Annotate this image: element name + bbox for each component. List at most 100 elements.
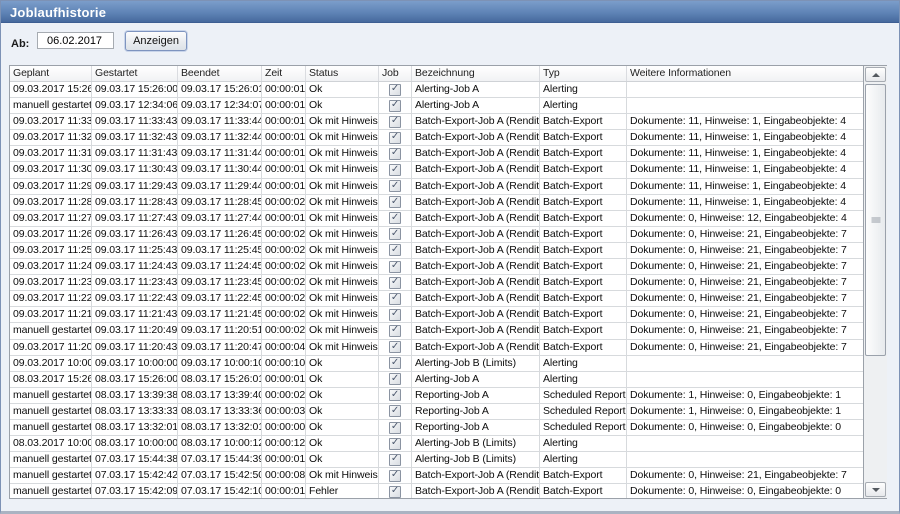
checkmark-icon: ✓ [391, 325, 399, 335]
job-checkbox[interactable]: ✓ [389, 357, 401, 369]
checkmark-icon: ✓ [391, 358, 399, 368]
column-header-info[interactable]: Weitere Informationen [627, 66, 863, 81]
job-checkbox[interactable]: ✓ [389, 486, 401, 498]
cell-zeit: 00:00:08 [262, 468, 306, 484]
table-row[interactable]: manuell gestartet 07.03.17 15:42:42 07.0… [10, 468, 863, 484]
cell-status: Ok mit Hinweisen [306, 130, 379, 146]
column-header-job[interactable]: Job [379, 66, 412, 81]
job-checkbox[interactable]: ✓ [389, 132, 401, 144]
cell-zeit: 00:00:01 [262, 162, 306, 178]
cell-status: Ok [306, 388, 379, 404]
table-row[interactable]: manuell gestartet 08.03.17 13:33:33 08.0… [10, 404, 863, 420]
cell-info [627, 372, 863, 388]
cell-geplant: manuell gestartet [10, 98, 92, 114]
table-row[interactable]: manuell gestartet 07.03.17 15:44:38 07.0… [10, 452, 863, 468]
job-checkbox[interactable]: ✓ [389, 148, 401, 160]
table-row[interactable]: 09.03.2017 11:29 09.03.17 11:29:43 09.03… [10, 179, 863, 195]
job-checkbox[interactable]: ✓ [389, 116, 401, 128]
job-checkbox[interactable]: ✓ [389, 470, 401, 482]
job-checkbox[interactable]: ✓ [389, 325, 401, 337]
cell-typ: Batch-Export [540, 468, 627, 484]
cell-status: Ok mit Hinweisen [306, 259, 379, 275]
show-button[interactable]: Anzeigen [125, 31, 187, 51]
table-row[interactable]: 08.03.2017 10:00 08.03.17 10:00:00 08.03… [10, 436, 863, 452]
joblaufhistorie-window: Joblaufhistorie Ab: Anzeigen GeplantGest… [0, 0, 900, 514]
scroll-down-button[interactable] [865, 482, 886, 497]
job-checkbox[interactable]: ✓ [389, 389, 401, 401]
cell-zeit: 00:00:01 [262, 179, 306, 195]
job-checkbox[interactable]: ✓ [389, 454, 401, 466]
cell-job: ✓ [379, 323, 412, 339]
cell-beendet: 09.03.17 11:20:47 [178, 340, 262, 356]
job-checkbox[interactable]: ✓ [389, 341, 401, 353]
column-header-geplant[interactable]: Geplant [10, 66, 92, 81]
job-checkbox[interactable]: ✓ [389, 212, 401, 224]
column-header-gestartet[interactable]: Gestartet [92, 66, 178, 81]
cell-geplant: 09.03.2017 11:26 [10, 227, 92, 243]
job-checkbox[interactable]: ✓ [389, 261, 401, 273]
table-row[interactable]: 09.03.2017 11:24 09.03.17 11:24:43 09.03… [10, 259, 863, 275]
table-body: 09.03.2017 15:26 09.03.17 15:26:00 09.03… [10, 82, 863, 498]
table-row[interactable]: 09.03.2017 10:00 09.03.17 10:00:00 09.03… [10, 356, 863, 372]
job-checkbox[interactable]: ✓ [389, 422, 401, 434]
job-checkbox[interactable]: ✓ [389, 373, 401, 385]
vertical-scrollbar[interactable] [863, 66, 887, 498]
job-checkbox[interactable]: ✓ [389, 164, 401, 176]
table-row[interactable]: 09.03.2017 15:26 09.03.17 15:26:00 09.03… [10, 82, 863, 98]
cell-gestartet: 07.03.17 15:42:09 [92, 484, 178, 498]
job-checkbox[interactable]: ✓ [389, 309, 401, 321]
date-from-input[interactable] [37, 32, 114, 49]
scrollbar-thumb[interactable] [865, 84, 886, 356]
table-row[interactable]: 09.03.2017 11:21 09.03.17 11:21:43 09.03… [10, 307, 863, 323]
cell-info [627, 436, 863, 452]
job-checkbox[interactable]: ✓ [389, 196, 401, 208]
job-checkbox[interactable]: ✓ [389, 405, 401, 417]
table-row[interactable]: 09.03.2017 11:22 09.03.17 11:22:43 09.03… [10, 291, 863, 307]
table-row[interactable]: 09.03.2017 11:27 09.03.17 11:27:43 09.03… [10, 211, 863, 227]
cell-geplant: 09.03.2017 11:32 [10, 130, 92, 146]
cell-job: ✓ [379, 227, 412, 243]
job-checkbox[interactable]: ✓ [389, 100, 401, 112]
table-row[interactable]: manuell gestartet 09.03.17 12:34:06 09.0… [10, 98, 863, 114]
column-header-zeit[interactable]: Zeit [262, 66, 306, 81]
column-header-status[interactable]: Status [306, 66, 379, 81]
cell-info: Dokumente: 1, Hinweise: 0, Eingabeobjekt… [627, 388, 863, 404]
table-row[interactable]: manuell gestartet 08.03.17 13:32:01 08.0… [10, 420, 863, 436]
table-row[interactable]: 09.03.2017 11:33 09.03.17 11:33:43 09.03… [10, 114, 863, 130]
job-checkbox[interactable]: ✓ [389, 180, 401, 192]
table-main: GeplantGestartetBeendetZeitStatusJobBeze… [10, 66, 863, 498]
cell-zeit: 00:00:02 [262, 275, 306, 291]
checkmark-icon: ✓ [391, 277, 399, 287]
scroll-up-button[interactable] [865, 67, 886, 82]
cell-bezeichnung: Batch-Export-Job A (Rendite) [412, 211, 540, 227]
cell-job: ✓ [379, 259, 412, 275]
checkmark-icon: ✓ [391, 100, 399, 110]
cell-gestartet: 09.03.17 11:23:43 [92, 275, 178, 291]
table-row[interactable]: 09.03.2017 11:30 09.03.17 11:30:43 09.03… [10, 162, 863, 178]
table-row[interactable]: 09.03.2017 11:23 09.03.17 11:23:43 09.03… [10, 275, 863, 291]
job-checkbox[interactable]: ✓ [389, 244, 401, 256]
table-row[interactable]: manuell gestartet 08.03.17 13:39:38 08.0… [10, 388, 863, 404]
column-header-typ[interactable]: Typ [540, 66, 627, 81]
table-row[interactable]: 09.03.2017 11:28 09.03.17 11:28:43 09.03… [10, 195, 863, 211]
cell-typ: Alerting [540, 436, 627, 452]
table-row[interactable]: 09.03.2017 11:26 09.03.17 11:26:43 09.03… [10, 227, 863, 243]
table-row[interactable]: 09.03.2017 11:25 09.03.17 11:25:43 09.03… [10, 243, 863, 259]
table-row[interactable]: 09.03.2017 11:31 09.03.17 11:31:43 09.03… [10, 146, 863, 162]
cell-typ: Batch-Export [540, 146, 627, 162]
cell-status: Fehler [306, 484, 379, 498]
job-checkbox[interactable]: ✓ [389, 84, 401, 96]
job-checkbox[interactable]: ✓ [389, 293, 401, 305]
job-checkbox[interactable]: ✓ [389, 277, 401, 289]
cell-geplant: 09.03.2017 11:25 [10, 243, 92, 259]
table-row[interactable]: 09.03.2017 11:20 09.03.17 11:20:43 09.03… [10, 340, 863, 356]
table-row[interactable]: manuell gestartet 09.03.17 11:20:49 09.0… [10, 323, 863, 339]
table-row[interactable]: 09.03.2017 11:32 09.03.17 11:32:43 09.03… [10, 130, 863, 146]
job-checkbox[interactable]: ✓ [389, 228, 401, 240]
cell-beendet: 07.03.17 15:44:39 [178, 452, 262, 468]
column-header-beendet[interactable]: Beendet [178, 66, 262, 81]
table-row[interactable]: 08.03.2017 15:26 08.03.17 15:26:00 08.03… [10, 372, 863, 388]
column-header-bezeichnung[interactable]: Bezeichnung [412, 66, 540, 81]
table-row[interactable]: manuell gestartet 07.03.17 15:42:09 07.0… [10, 484, 863, 498]
job-checkbox[interactable]: ✓ [389, 438, 401, 450]
